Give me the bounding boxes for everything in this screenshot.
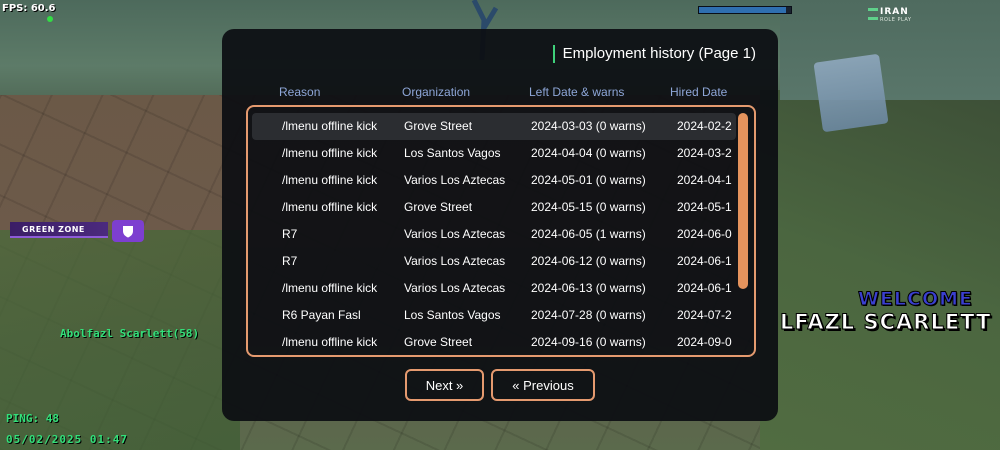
- history-table: /lmenu offline kick Grove Street 2024-03…: [246, 105, 756, 357]
- cell-organization: Los Santos Vagos: [404, 308, 501, 322]
- table-row[interactable]: /lmenu offline kick Varios Los Aztecas 2…: [252, 275, 736, 302]
- cell-reason: R7: [282, 227, 298, 241]
- server-logo: IRAN ROLE PLAY: [866, 5, 926, 25]
- cell-left-date: 2024-06-12 (0 warns): [531, 254, 646, 268]
- employment-history-dialog: Employment history (Page 1) Reason Organ…: [222, 29, 778, 421]
- cell-hired-date: 2024-03-2: [677, 146, 732, 160]
- trash-bin: [813, 53, 889, 133]
- cell-organization: Grove Street: [404, 335, 473, 349]
- zone-indicator: GREEN ZONE: [10, 220, 144, 242]
- next-page-button[interactable]: Next »: [405, 369, 484, 401]
- cell-left-date: 2024-05-01 (0 warns): [531, 173, 646, 187]
- cell-reason: /lmenu offline kick: [282, 146, 378, 160]
- cell-hired-date: 2024-02-2: [677, 119, 732, 133]
- cell-hired-date: 2024-07-2: [677, 308, 732, 322]
- table-scrollbar[interactable]: [738, 113, 748, 289]
- column-header-organization: Organization: [402, 85, 471, 99]
- health-bar: [698, 6, 792, 14]
- cell-hired-date: 2024-06-1: [677, 254, 732, 268]
- cell-organization: Varios Los Aztecas: [404, 281, 506, 295]
- dialog-title: Employment history (Page 1): [552, 45, 756, 63]
- logo-title: IRAN: [880, 7, 909, 17]
- cell-organization: Grove Street: [404, 200, 473, 214]
- logo-subtitle: ROLE PLAY: [880, 17, 912, 23]
- cell-left-date: 2024-05-15 (0 warns): [531, 200, 646, 214]
- column-header-reason: Reason: [279, 85, 321, 99]
- history-rows: /lmenu offline kick Grove Street 2024-03…: [252, 113, 736, 353]
- table-row[interactable]: R7 Varios Los Aztecas 2024-06-05 (1 warn…: [252, 221, 736, 248]
- cell-reason: /lmenu offline kick: [282, 281, 378, 295]
- grass-patch-right: [760, 90, 1000, 450]
- cell-organization: Varios Los Aztecas: [404, 227, 506, 241]
- table-row[interactable]: /lmenu offline kick Grove Street 2024-09…: [252, 329, 736, 353]
- table-row[interactable]: /lmenu offline kick Los Santos Vagos 202…: [252, 140, 736, 167]
- cell-reason: /lmenu offline kick: [282, 200, 378, 214]
- cell-left-date: 2024-06-05 (1 warns): [531, 227, 646, 241]
- date-time: 05/02/2025 01:47: [6, 433, 128, 446]
- table-row[interactable]: /lmenu offline kick Varios Los Aztecas 2…: [252, 167, 736, 194]
- logo-mark-icon: [868, 8, 878, 20]
- ping-readout: PING: 48: [6, 412, 59, 425]
- table-row[interactable]: /lmenu offline kick Grove Street 2024-03…: [252, 113, 736, 140]
- cell-reason: /lmenu offline kick: [282, 119, 378, 133]
- cell-hired-date: 2024-04-1: [677, 173, 732, 187]
- table-row[interactable]: /lmenu offline kick Grove Street 2024-05…: [252, 194, 736, 221]
- cell-left-date: 2024-03-03 (0 warns): [531, 119, 646, 133]
- cell-left-date: 2024-04-04 (0 warns): [531, 146, 646, 160]
- cell-reason: R6 Payan Fasl: [282, 308, 361, 322]
- cell-reason: /lmenu offline kick: [282, 335, 378, 349]
- shield-icon: [112, 220, 144, 242]
- cell-hired-date: 2024-05-1: [677, 200, 732, 214]
- cell-left-date: 2024-07-28 (0 warns): [531, 308, 646, 322]
- cell-hired-date: 2024-06-1: [677, 281, 732, 295]
- player-nametag: Abolfazl Scarlett(58): [60, 327, 200, 340]
- column-header-left-date: Left Date & warns: [529, 85, 625, 99]
- table-row[interactable]: R6 Payan Fasl Los Santos Vagos 2024-07-2…: [252, 302, 736, 329]
- previous-page-button[interactable]: « Previous: [491, 369, 595, 401]
- status-dot: [47, 16, 53, 22]
- welcome-text: WELCOME: [857, 288, 974, 311]
- cell-left-date: 2024-06-13 (0 warns): [531, 281, 646, 295]
- fps-counter: FPS: 60.6: [2, 3, 56, 14]
- cell-reason: R7: [282, 254, 298, 268]
- health-bar-fill: [699, 7, 787, 13]
- cell-hired-date: 2024-09-0: [677, 335, 732, 349]
- zone-label: GREEN ZONE: [10, 222, 108, 238]
- cell-organization: Varios Los Aztecas: [404, 254, 506, 268]
- cell-organization: Grove Street: [404, 119, 473, 133]
- cell-left-date: 2024-09-16 (0 warns): [531, 335, 646, 349]
- column-header-hired-date: Hired Date: [670, 85, 728, 99]
- table-row[interactable]: R7 Varios Los Aztecas 2024-06-12 (0 warn…: [252, 248, 736, 275]
- cell-reason: /lmenu offline kick: [282, 173, 378, 187]
- cell-organization: Varios Los Aztecas: [404, 173, 506, 187]
- cell-hired-date: 2024-06-0: [677, 227, 732, 241]
- cell-organization: Los Santos Vagos: [404, 146, 501, 160]
- welcome-player-name: LFAZL SCARLETT: [779, 310, 992, 335]
